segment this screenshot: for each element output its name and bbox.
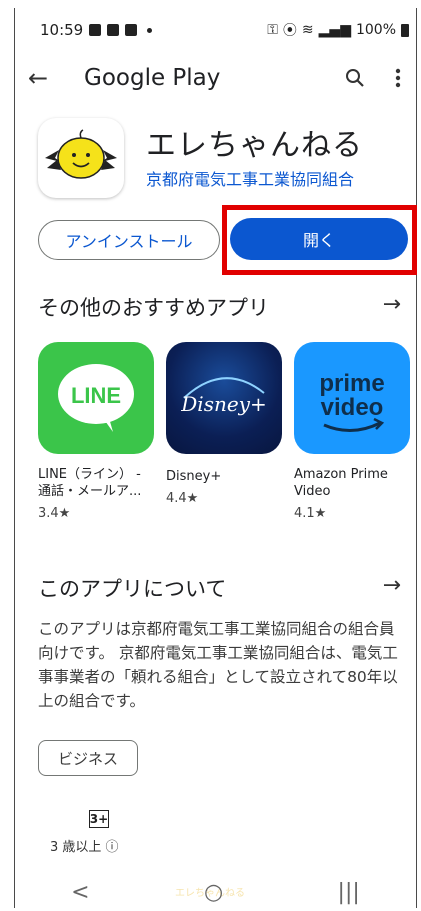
recommended-app-name: LINE（ライン） - 通話・メールア... — [38, 467, 142, 499]
about-title: このアプリについて — [38, 577, 227, 601]
notification-dot-icon — [147, 27, 153, 33]
recommended-app-rating: 4.1★ — [294, 506, 327, 521]
app-notification-icon — [107, 24, 120, 36]
recommended-app-rating: 4.4★ — [166, 491, 199, 506]
status-time: 10:59 — [40, 21, 84, 39]
about-description: このアプリは京都府電気工事工業協同組合の組合員向けです。 京都府電気工事工業協同… — [38, 620, 398, 710]
developer-link[interactable]: 京都府電気工事工業協同組合 — [146, 166, 354, 190]
search-icon[interactable] — [345, 68, 365, 88]
uninstall-button[interactable]: アンインストール — [38, 220, 220, 260]
recommended-list: LINE LINE（ライン） - 通話・メールア... 3.4★ Disney+… — [38, 342, 421, 542]
content-rating-label[interactable]: 3 歳以上 ⓘ — [50, 836, 119, 855]
recommended-app-rating: 3.4★ — [38, 506, 71, 521]
status-bar: 10:59 ⚿ ⦿ ≋ ▂▄▆ 100% — [40, 18, 409, 42]
app-bar: ← Google Play — [28, 60, 407, 96]
category-chip[interactable]: ビジネス — [38, 740, 138, 776]
recommended-app-name: Amazon Prime Video — [294, 467, 388, 499]
app-bar-title: Google Play — [84, 65, 221, 91]
battery-percent: 100% — [355, 22, 396, 38]
location-icon: ⦿ — [282, 23, 297, 39]
recommended-app-disney[interactable]: Disney+ Disney+ 4.4★ — [166, 342, 284, 506]
content-rating-badge: 3+ — [89, 810, 109, 828]
nav-recents-icon[interactable]: ||| — [338, 880, 360, 905]
recommended-app-name: Disney+ — [166, 469, 222, 484]
recommended-arrow-icon[interactable]: → — [383, 292, 401, 317]
key-icon: ⚿ — [267, 22, 278, 38]
line-tile-text: LINE — [71, 383, 121, 408]
app-logo-icon — [38, 118, 124, 198]
wifi-icon: ≋ — [301, 22, 314, 38]
gallery-notification-icon — [89, 24, 102, 36]
battery-icon — [401, 23, 409, 37]
recommended-title: その他のおすすめアプリ — [38, 296, 269, 320]
mail-notification-icon — [125, 24, 138, 36]
disney-tile-text: Disney+ — [180, 392, 266, 416]
open-button[interactable]: 開く — [230, 218, 408, 260]
prime-video-app-icon: prime video — [294, 342, 410, 454]
signal-icon: ▂▄▆ — [318, 22, 351, 38]
nav-back-icon[interactable]: < — [71, 880, 89, 905]
more-vert-icon[interactable] — [395, 68, 401, 88]
about-arrow-icon[interactable]: → — [383, 573, 401, 598]
back-arrow-icon[interactable]: ← — [28, 64, 64, 92]
nav-home-icon[interactable]: ○ — [204, 880, 223, 905]
recommended-app-prime[interactable]: prime video Amazon Prime Video 4.1★ — [294, 342, 412, 521]
app-name: エレちゃんねる — [146, 128, 363, 163]
line-app-icon: LINE — [38, 342, 154, 454]
navigation-bar: < ○ ||| — [14, 874, 417, 911]
svg-text:video: video — [321, 394, 384, 421]
disney-app-icon: Disney+ — [166, 342, 282, 454]
recommended-app-line[interactable]: LINE LINE（ライン） - 通話・メールア... 3.4★ — [38, 342, 156, 521]
svg-text:prime: prime — [319, 370, 384, 397]
